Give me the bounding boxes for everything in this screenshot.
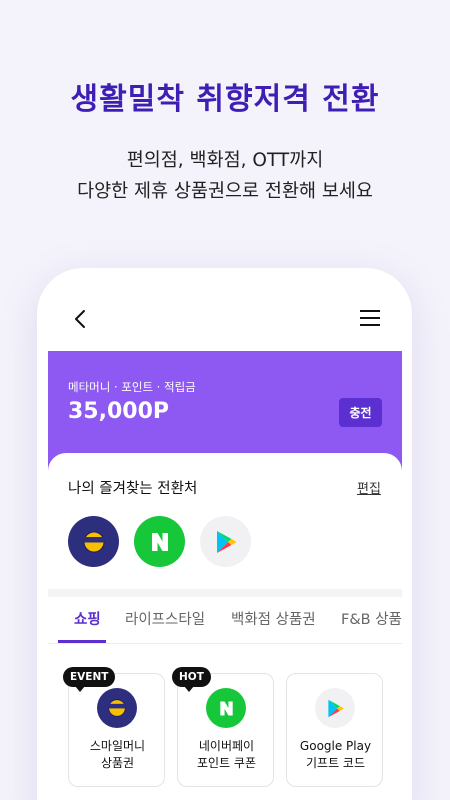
smile-money-icon: [97, 688, 137, 728]
hamburger-menu-icon[interactable]: [359, 309, 381, 327]
hot-badge: HOT: [172, 667, 211, 692]
charge-button[interactable]: 충전: [339, 398, 382, 427]
favorites-section: 나의 즐겨찾는 전환처 편집: [48, 453, 402, 593]
tab-shopping[interactable]: 쇼핑: [74, 608, 101, 629]
points-balance: 35,000P: [68, 399, 170, 424]
product-name: 스마일머니 상품권: [89, 739, 146, 770]
category-tabs: 쇼핑 라이프스타일 백화점 상품권 F&B 상품권: [48, 597, 402, 643]
favorite-smile-money[interactable]: [68, 516, 119, 567]
phone-mockup: 메타머니 · 포인트 · 적립금 35,000P 충전 나의 즐겨찾는 전환처 …: [37, 268, 412, 800]
product-card-smile-money[interactable]: EVENT 스마일머니 상품권: [63, 667, 165, 787]
favorite-google-play[interactable]: [200, 516, 251, 567]
product-name: Google Play 기프트 코드: [299, 739, 372, 770]
smile-money-icon: [83, 531, 104, 552]
promo-subtitle-line2: 다양한 제휴 상품권으로 전환해 보세요: [77, 181, 373, 202]
favorite-naver[interactable]: [134, 516, 185, 567]
chevron-left-icon[interactable]: [71, 308, 91, 330]
naver-icon: [151, 532, 168, 551]
promo-headline: 생활밀착 취향저격 전환: [70, 82, 380, 117]
tab-fnb-voucher[interactable]: F&B 상품권: [341, 608, 402, 629]
favorites-title: 나의 즐겨찾는 전환처: [68, 481, 198, 497]
tab-department-voucher[interactable]: 백화점 상품권: [231, 608, 316, 629]
promo-subtitle-line1: 편의점, 백화점, OTT까지: [126, 150, 324, 171]
tabs-divider: [48, 643, 402, 644]
product-name: 네이버페이 포인트 쿠폰: [196, 739, 256, 770]
product-card-google-play[interactable]: Google Play 기프트 코드: [286, 673, 383, 787]
google-play-icon: [216, 530, 236, 553]
naver-icon: [206, 688, 246, 728]
google-play-icon: [315, 688, 355, 728]
product-card-naver-pay[interactable]: HOT 네이버페이 포인트 쿠폰: [172, 667, 274, 787]
event-badge: EVENT: [63, 667, 116, 692]
section-divider: [48, 589, 402, 597]
points-label: 메타머니 · 포인트 · 적립금: [68, 380, 196, 394]
tab-lifestyle[interactable]: 라이프스타일: [125, 608, 205, 629]
favorites-edit-link[interactable]: 편집: [357, 478, 381, 497]
